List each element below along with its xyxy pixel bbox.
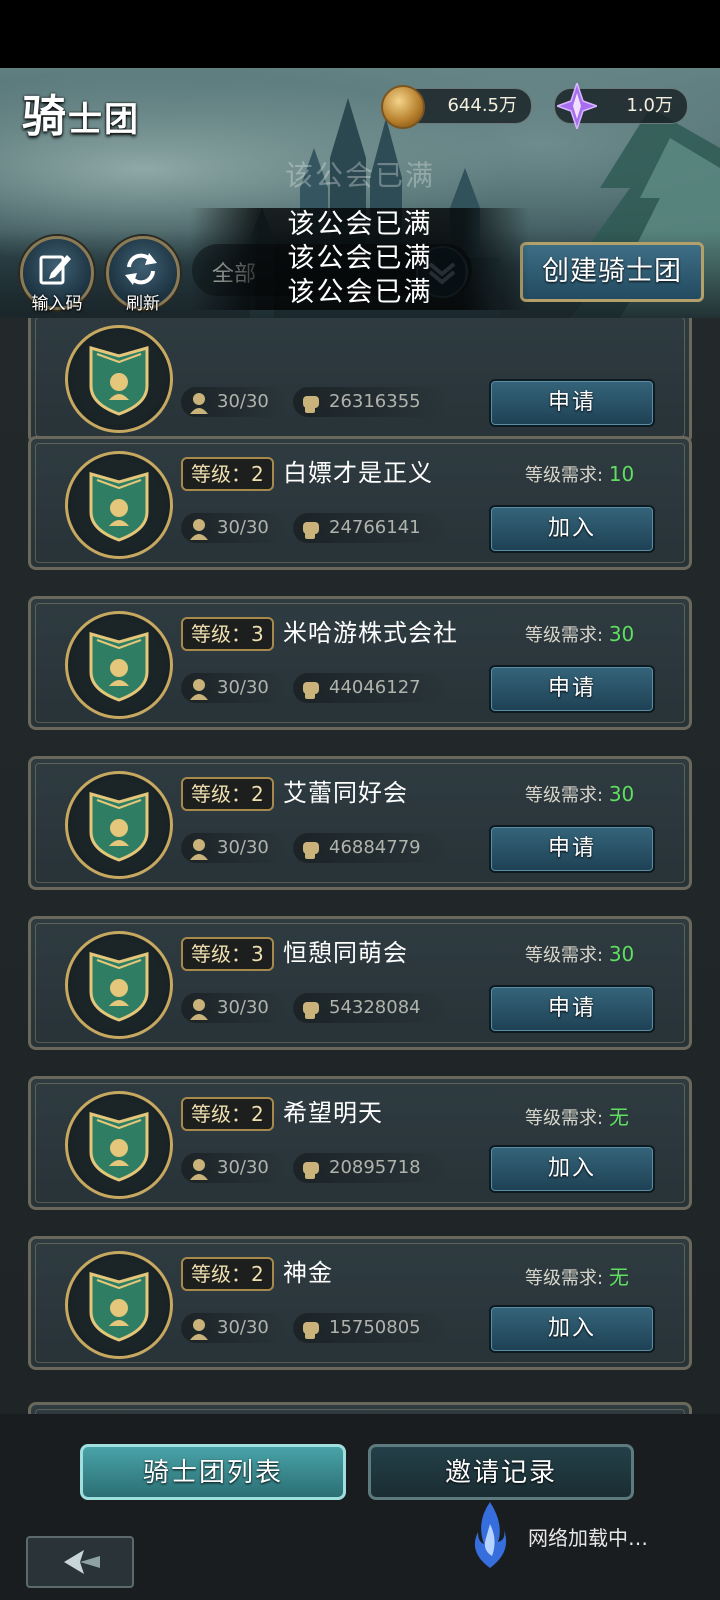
guild-shield-emblem xyxy=(65,1251,173,1359)
guild-shield-emblem xyxy=(65,771,173,879)
faded-notice: 该公会已满 xyxy=(284,159,435,192)
input-code-label: 输入码 xyxy=(31,294,83,314)
guild-action-button[interactable]: 申请 xyxy=(489,985,655,1033)
guild-shield-emblem xyxy=(65,931,173,1039)
guild-level-badge: 等级：3 xyxy=(181,617,274,651)
purple-gem-icon xyxy=(557,83,597,129)
refresh-icon xyxy=(125,253,157,285)
guild-members: 30/30 xyxy=(181,1313,287,1343)
guild-card: 等级：3 米哈游株式会社 等级需求: 30 30/30 44046127 申请 xyxy=(28,596,692,730)
guild-members: 30/30 xyxy=(181,513,287,543)
guild-name: 恒憩同萌会 xyxy=(283,939,408,967)
input-code-button[interactable]: 输入码 xyxy=(20,236,94,314)
back-arrow-icon xyxy=(64,1550,100,1574)
guild-card: 30/30 26316355 申请 xyxy=(28,318,692,444)
guild-action-button[interactable]: 申请 xyxy=(489,665,655,713)
tab-guild-list[interactable]: 骑士团列表 xyxy=(80,1444,346,1500)
edit-icon xyxy=(39,255,71,285)
guild-power: 24766141 xyxy=(293,513,449,543)
power-fist-icon xyxy=(303,522,319,539)
tab-invite-records[interactable]: 邀请记录 xyxy=(368,1444,634,1500)
guild-name: 艾蕾同好会 xyxy=(283,779,408,807)
power-fist-icon xyxy=(303,1002,319,1019)
gold-coin-icon xyxy=(381,85,425,129)
guild-action-button[interactable]: 加入 xyxy=(489,1305,655,1353)
guild-level-badge: 等级：2 xyxy=(181,1257,274,1291)
guild-action-button[interactable]: 申请 xyxy=(489,379,655,427)
guild-action-button[interactable]: 申请 xyxy=(489,825,655,873)
gem-amount: 1.0万 xyxy=(626,95,673,116)
guild-level-badge: 等级：3 xyxy=(181,937,274,971)
guild-action-button[interactable]: 加入 xyxy=(489,1145,655,1193)
refresh-label: 刷新 xyxy=(126,294,160,314)
guild-power: 15750805 xyxy=(293,1313,449,1343)
power-fist-icon xyxy=(303,1322,319,1339)
loading-flame-icon xyxy=(474,1502,507,1568)
gold-counter[interactable]: 644.5万 xyxy=(381,85,532,129)
guild-members: 30/30 xyxy=(181,833,287,863)
power-fist-icon xyxy=(303,396,319,413)
toast-message: 该公会已满 xyxy=(190,208,530,242)
guild-requirement: 等级需求: 30 xyxy=(525,622,635,646)
guild-card: 等级：2 神金 等级需求: 无 30/30 15750805 加入 xyxy=(28,1236,692,1370)
guild-level-badge: 等级：2 xyxy=(181,777,274,811)
power-fist-icon xyxy=(303,1162,319,1179)
guild-members: 30/30 xyxy=(181,387,287,417)
guild-list[interactable]: 30/30 26316355 申请 等级：2 白嫖才是正义 等级需求: 10 3… xyxy=(0,318,720,1414)
members-icon xyxy=(190,999,208,1020)
guild-shield-emblem xyxy=(65,325,173,433)
status-bar xyxy=(0,0,720,68)
members-icon xyxy=(190,519,208,540)
guild-requirement: 等级需求: 30 xyxy=(525,782,635,806)
back-button[interactable] xyxy=(26,1536,134,1588)
guild-members: 30/30 xyxy=(181,993,287,1023)
page-title: 骑士团 xyxy=(22,91,140,142)
create-guild-button[interactable]: 创建骑士团 xyxy=(520,242,704,302)
guild-requirement: 等级需求: 10 xyxy=(525,462,635,486)
guild-card: 等级：2 艾蕾同好会 等级需求: 30 30/30 46884779 申请 xyxy=(28,756,692,890)
guild-name: 米哈游株式会社 xyxy=(283,619,458,647)
guild-power: 26316355 xyxy=(293,387,449,417)
members-icon xyxy=(190,1159,208,1180)
guild-name: 白嫖才是正义 xyxy=(283,459,433,487)
toast-message: 该公会已满 xyxy=(190,242,530,276)
guild-requirement: 等级需求: 无 xyxy=(525,1265,629,1289)
members-icon xyxy=(190,679,208,700)
loading-status: 网络加载中… xyxy=(528,1526,648,1550)
members-icon xyxy=(190,1319,208,1340)
guild-level-badge: 等级：2 xyxy=(181,1097,274,1131)
guild-shield-emblem xyxy=(65,1091,173,1199)
guild-card: 等级：2 希望明天 等级需求: 无 30/30 20895718 加入 xyxy=(28,1076,692,1210)
guild-level-badge: 等级：2 xyxy=(181,457,274,491)
guild-action-button[interactable]: 加入 xyxy=(489,505,655,553)
guild-shield-emblem xyxy=(65,451,173,559)
toast-message: 该公会已满 xyxy=(190,276,530,310)
gold-amount: 644.5万 xyxy=(447,95,517,116)
power-fist-icon xyxy=(303,682,319,699)
guild-name: 希望明天 xyxy=(283,1099,383,1127)
guild-power: 44046127 xyxy=(293,673,449,703)
guild-card-partial xyxy=(28,1402,692,1414)
guild-card: 等级：3 恒憩同萌会 等级需求: 30 30/30 54328084 申请 xyxy=(28,916,692,1050)
guild-card: 等级：2 白嫖才是正义 等级需求: 10 30/30 24766141 加入 xyxy=(28,436,692,570)
toast-stack: 该公会已满 该公会已满 该公会已满 xyxy=(190,208,530,310)
guild-members: 30/30 xyxy=(181,1153,287,1183)
guild-name: 神金 xyxy=(283,1259,333,1287)
guild-members: 30/30 xyxy=(181,673,287,703)
gem-counter[interactable]: 1.0万 xyxy=(554,83,688,129)
power-fist-icon xyxy=(303,842,319,859)
refresh-button[interactable]: 刷新 xyxy=(106,236,180,314)
guild-shield-emblem xyxy=(65,611,173,719)
guild-requirement: 等级需求: 30 xyxy=(525,942,635,966)
guild-power: 20895718 xyxy=(293,1153,449,1183)
guild-requirement: 等级需求: 无 xyxy=(525,1105,629,1129)
guild-power: 46884779 xyxy=(293,833,449,863)
members-icon xyxy=(190,393,208,414)
guild-power: 54328084 xyxy=(293,993,449,1023)
members-icon xyxy=(190,839,208,860)
